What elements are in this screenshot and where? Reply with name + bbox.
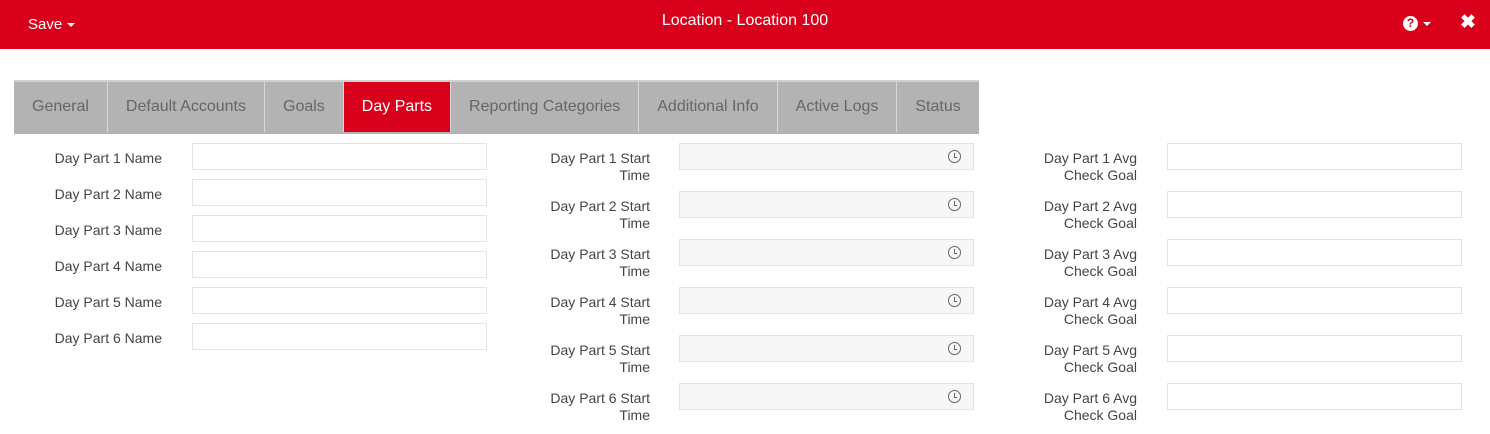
day-part-2-name-label: Day Part 2 Name — [54, 186, 162, 202]
day-part-4-avg-check-goal-label: Day Part 4 Avg Check Goal — [1043, 294, 1137, 327]
day-part-3-start-time-input[interactable] — [679, 239, 974, 266]
day-part-4-start-time-input[interactable] — [679, 287, 974, 314]
day-part-3-avg-check-goal-input[interactable] — [1167, 239, 1462, 266]
day-part-4-avg-check-goal-input[interactable] — [1167, 287, 1462, 314]
tab-goals[interactable]: Goals — [265, 82, 344, 132]
clock-icon[interactable] — [948, 294, 961, 307]
day-part-3-avg-check-goal-label: Day Part 3 Avg Check Goal — [1043, 246, 1137, 279]
day-part-4-name-label: Day Part 4 Name — [54, 258, 162, 274]
help-icon: ? — [1403, 16, 1418, 32]
help-button[interactable]: ? — [1403, 15, 1431, 33]
tab-day-parts[interactable]: Day Parts — [343, 82, 452, 132]
day-part-6-name-label: Day Part 6 Name — [54, 330, 162, 346]
clock-icon[interactable] — [948, 246, 961, 259]
day-part-4-name-input[interactable] — [192, 251, 487, 278]
tab-reporting-categories[interactable]: Reporting Categories — [451, 82, 640, 132]
day-part-5-avg-check-goal-label: Day Part 5 Avg Check Goal — [1043, 342, 1137, 375]
day-part-5-start-time-label: Day Part 5 Start Time — [550, 342, 650, 375]
day-part-1-start-time-input[interactable] — [679, 143, 974, 170]
tab-default-accounts[interactable]: Default Accounts — [108, 82, 265, 132]
day-part-2-name-input[interactable] — [192, 179, 487, 206]
day-part-5-name-label: Day Part 5 Name — [54, 294, 162, 310]
day-part-6-avg-check-goal-label: Day Part 6 Avg Check Goal — [1043, 390, 1137, 423]
chevron-down-icon — [1423, 21, 1431, 26]
day-part-6-avg-check-goal-input[interactable] — [1167, 383, 1462, 410]
day-part-6-start-time-label: Day Part 6 Start Time — [550, 390, 650, 423]
page-title: Location - Location 100 — [661, 12, 829, 29]
day-part-2-avg-check-goal-input[interactable] — [1167, 191, 1462, 218]
clock-icon[interactable] — [948, 390, 961, 403]
day-part-5-start-time-input[interactable] — [679, 335, 974, 362]
day-part-2-avg-check-goal-label: Day Part 2 Avg Check Goal — [1043, 198, 1137, 231]
day-part-2-start-time-label: Day Part 2 Start Time — [550, 198, 650, 231]
day-part-1-avg-check-goal-input[interactable] — [1167, 143, 1462, 170]
day-part-1-start-time-label: Day Part 1 Start Time — [550, 150, 650, 183]
tab-status[interactable]: Status — [897, 82, 978, 132]
day-part-3-name-label: Day Part 3 Name — [54, 222, 162, 238]
day-part-1-name-input[interactable] — [192, 143, 487, 170]
tab-general[interactable]: General — [14, 82, 108, 132]
day-part-1-name-label: Day Part 1 Name — [54, 150, 162, 166]
close-icon[interactable]: ✖ — [1460, 11, 1476, 34]
clock-icon[interactable] — [948, 150, 961, 163]
top-bar: Save Location - Location 100 ? ✖ — [0, 0, 1490, 49]
day-part-5-name-input[interactable] — [192, 287, 487, 314]
day-part-1-avg-check-goal-label: Day Part 1 Avg Check Goal — [1043, 150, 1137, 183]
tab-additional-info[interactable]: Additional Info — [639, 82, 778, 132]
day-part-5-avg-check-goal-input[interactable] — [1167, 335, 1462, 362]
day-part-3-start-time-label: Day Part 3 Start Time — [550, 246, 650, 279]
clock-icon[interactable] — [948, 342, 961, 355]
day-part-4-start-time-label: Day Part 4 Start Time — [550, 294, 650, 327]
day-part-6-name-input[interactable] — [192, 323, 487, 350]
day-part-6-start-time-input[interactable] — [679, 383, 974, 410]
tab-active-logs[interactable]: Active Logs — [778, 82, 898, 132]
tab-bar: General Default Accounts Goals Day Parts… — [14, 80, 979, 134]
clock-icon[interactable] — [948, 198, 961, 211]
day-part-3-name-input[interactable] — [192, 215, 487, 242]
day-part-2-start-time-input[interactable] — [679, 191, 974, 218]
